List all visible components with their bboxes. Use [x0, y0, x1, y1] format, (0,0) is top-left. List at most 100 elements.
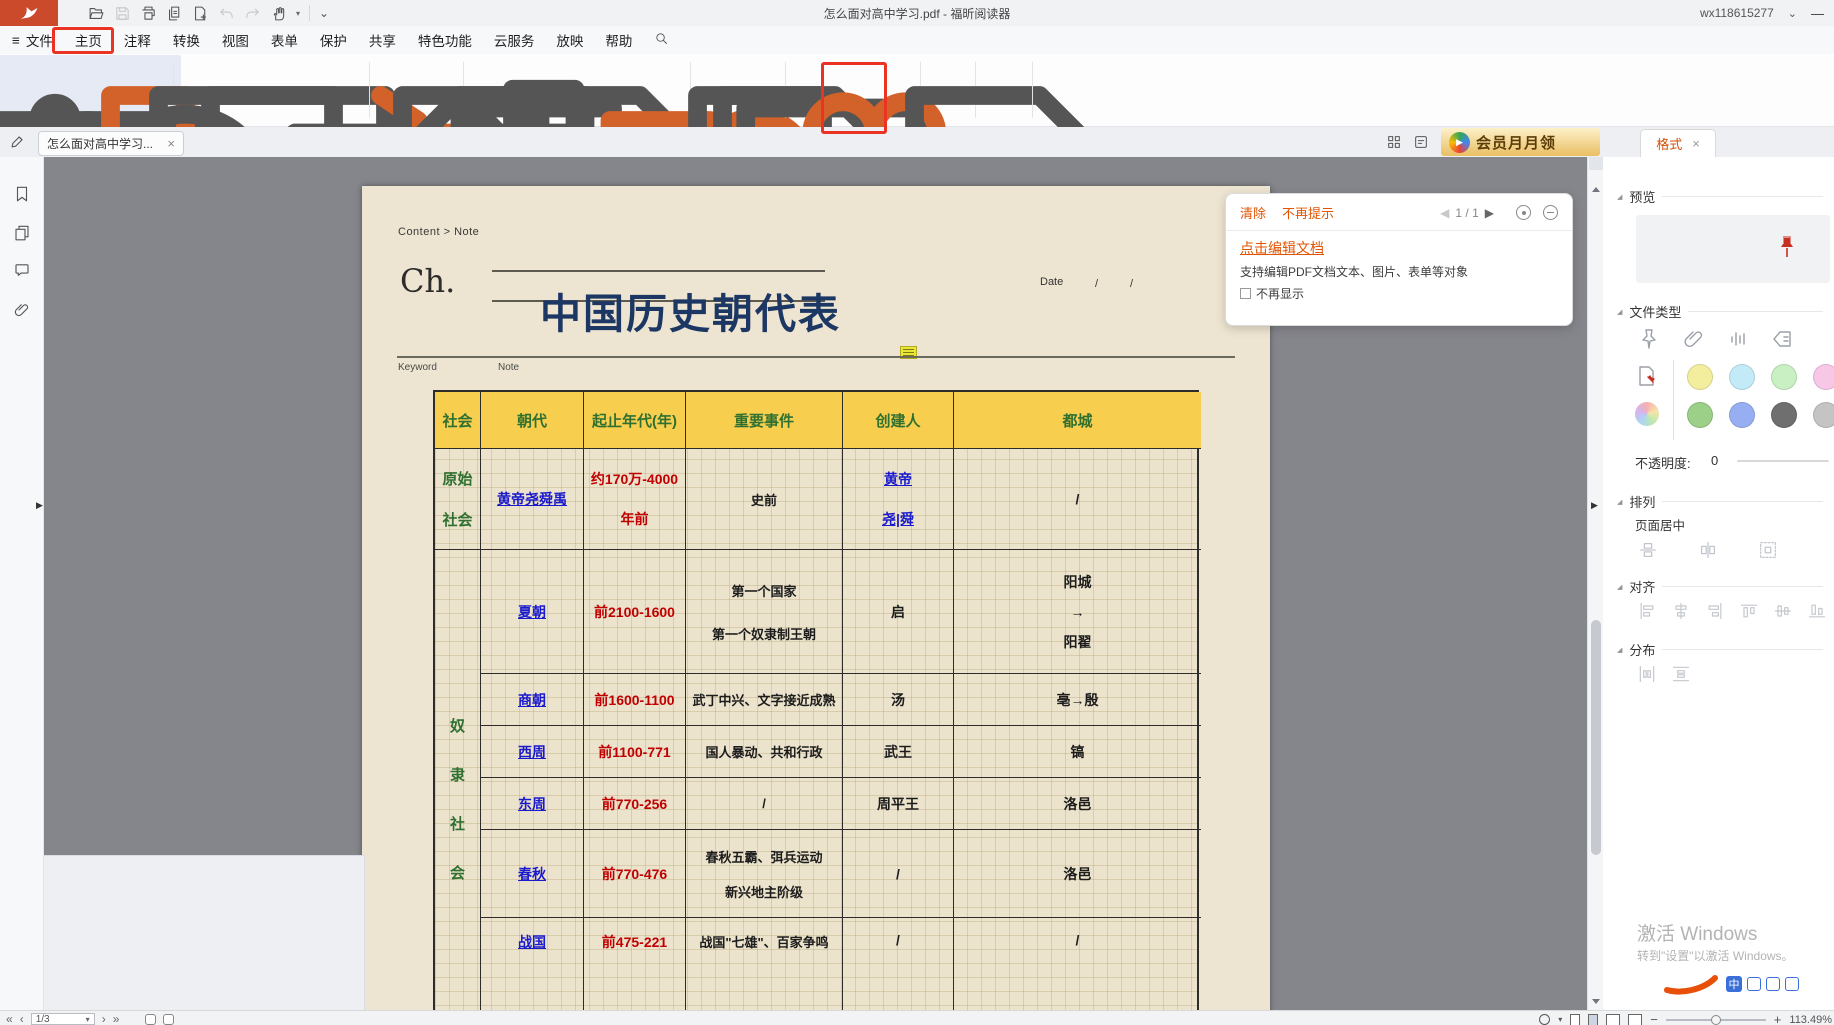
open-folder-icon[interactable]	[88, 5, 105, 22]
quick-pen-icon[interactable]	[10, 132, 27, 154]
ime-mic-icon[interactable]	[1785, 977, 1799, 991]
founder-link[interactable]: 尧|舜	[882, 509, 914, 529]
align-left-icon[interactable]	[1637, 601, 1657, 626]
left-panel-expander[interactable]: ▶	[36, 500, 43, 511]
color-wheel-icon[interactable]	[1635, 402, 1659, 426]
page-dropdown-icon[interactable]: ▾	[86, 1015, 90, 1024]
distribute-vertical-icon[interactable]	[1671, 664, 1691, 689]
center-horizontal-icon[interactable]	[1637, 539, 1659, 566]
dynasty-link[interactable]: 夏朝	[518, 602, 546, 622]
print-icon[interactable]	[140, 5, 157, 22]
document-tab[interactable]: 怎么面对高中学习... ×	[38, 131, 184, 156]
popup-prev-icon[interactable]: ◀	[1440, 206, 1449, 220]
ime-tool-icon[interactable]	[1766, 977, 1780, 991]
customize-toolbar-icon[interactable]: ⌄	[319, 6, 329, 20]
copy-page-icon[interactable]	[166, 5, 183, 22]
prev-page-icon[interactable]: ‹	[20, 1012, 24, 1025]
popup-settings-icon[interactable]	[1516, 205, 1531, 220]
align-right-icon[interactable]	[1705, 601, 1725, 626]
tool-square2-icon[interactable]	[163, 1014, 174, 1025]
menu-view[interactable]: 视图	[211, 30, 260, 50]
edit-document-link[interactable]: 点击编辑文档	[1240, 238, 1324, 258]
vip-monthly-button[interactable]: ▶ 会员月月领	[1441, 128, 1600, 156]
swatch-green[interactable]	[1687, 402, 1713, 428]
menu-help[interactable]: 帮助	[594, 30, 643, 50]
swatch-yellow[interactable]	[1687, 364, 1713, 390]
menu-share[interactable]: 共享	[358, 30, 407, 50]
account-id[interactable]: wx118615277	[1700, 6, 1774, 20]
menu-protect[interactable]: 保护	[309, 30, 358, 50]
next-page-icon[interactable]: ›	[102, 1012, 106, 1025]
history-clock-icon[interactable]	[1539, 1014, 1550, 1025]
swatch-darkgray[interactable]	[1771, 402, 1797, 428]
menu-comment[interactable]: 注释	[113, 30, 162, 50]
section-expander-icon[interactable]: ◢	[1617, 498, 1622, 506]
account-chevron-icon[interactable]: ⌄	[1788, 7, 1797, 20]
align-center-icon[interactable]	[1671, 601, 1691, 626]
center-vertical-icon[interactable]	[1697, 539, 1719, 566]
section-expander-icon[interactable]: ◢	[1617, 193, 1622, 201]
dynasty-link[interactable]: 春秋	[518, 864, 546, 884]
hand-dropdown-icon[interactable]: ▾	[296, 9, 300, 18]
menu-features[interactable]: 特色功能	[407, 30, 483, 50]
page-number-box[interactable]: 1/3▾	[31, 1013, 95, 1025]
dynasty-link[interactable]: 西周	[518, 742, 546, 762]
sound-type-icon[interactable]	[1726, 327, 1750, 356]
right-panel-expander[interactable]: ▶	[1591, 500, 1598, 511]
menu-cloud[interactable]: 云服务	[483, 30, 546, 50]
scroll-up-icon[interactable]	[1592, 187, 1600, 192]
thumbnail-grid-icon[interactable]	[1386, 134, 1402, 155]
close-tab-icon[interactable]: ×	[167, 136, 175, 151]
align-middle-icon[interactable]	[1773, 601, 1793, 626]
zoom-in-icon[interactable]: +	[1774, 1012, 1782, 1025]
page-pin-icon[interactable]	[1635, 364, 1659, 393]
document-viewport[interactable]: Content > Note Ch. 中国历史朝代表 Date / / Keyw…	[44, 157, 1587, 1010]
popup-collapse-icon[interactable]	[1543, 205, 1558, 220]
first-page-icon[interactable]: «	[6, 1012, 13, 1025]
ime-toolbar[interactable]: 中	[1663, 972, 1799, 996]
pin-type-icon[interactable]	[1637, 327, 1661, 356]
sidebar-attachments-icon[interactable]	[13, 301, 31, 319]
swatch-lightgray[interactable]	[1813, 402, 1834, 428]
swatch-pink[interactable]	[1813, 364, 1834, 390]
zoom-out-icon[interactable]: −	[1650, 1012, 1658, 1025]
dynasty-link[interactable]: 商朝	[518, 690, 546, 710]
read-mode-icon[interactable]	[1413, 134, 1429, 155]
swatch-lightblue[interactable]	[1729, 364, 1755, 390]
save-icon[interactable]	[114, 5, 131, 22]
popup-clear-button[interactable]: 清除	[1240, 203, 1266, 222]
align-top-icon[interactable]	[1739, 601, 1759, 626]
paperclip-type-icon[interactable]	[1682, 327, 1706, 356]
ime-chinese-icon[interactable]: 中	[1726, 976, 1742, 992]
vertical-scrollbar[interactable]	[1587, 157, 1603, 1010]
scroll-down-icon[interactable]	[1592, 999, 1600, 1004]
zoom-slider-handle[interactable]	[1711, 1015, 1721, 1025]
single-page-view-icon[interactable]	[1570, 1014, 1580, 1025]
last-page-icon[interactable]: »	[113, 1012, 120, 1025]
menu-home[interactable]: 主页	[64, 30, 113, 50]
menu-search-icon[interactable]	[643, 31, 680, 49]
center-both-icon[interactable]	[1757, 539, 1779, 566]
sidebar-bookmarks-icon[interactable]	[13, 185, 31, 203]
tag-type-icon[interactable]	[1770, 327, 1794, 356]
popup-dismiss-button[interactable]: 不再提示	[1282, 203, 1334, 222]
dynasty-link[interactable]: 黄帝尧舜禹	[497, 489, 567, 509]
menu-present[interactable]: 放映	[545, 30, 594, 50]
distribute-horizontal-icon[interactable]	[1637, 664, 1657, 689]
hand-pointer-icon[interactable]	[270, 5, 287, 22]
founder-link[interactable]: 黄帝	[884, 469, 912, 489]
sidebar-pages-icon[interactable]	[13, 224, 31, 242]
new-page-icon[interactable]	[192, 5, 209, 22]
section-expander-icon[interactable]: ◢	[1617, 583, 1622, 591]
opacity-slider[interactable]	[1737, 460, 1829, 462]
swatch-blue[interactable]	[1729, 402, 1755, 428]
sidebar-comments-icon[interactable]	[13, 261, 31, 279]
minimize-button[interactable]: —	[1811, 6, 1824, 21]
menu-form[interactable]: 表单	[260, 30, 309, 50]
ime-keyboard-icon[interactable]	[1747, 977, 1761, 991]
swatch-lightgreen[interactable]	[1771, 364, 1797, 390]
no-show-checkbox[interactable]	[1240, 288, 1251, 299]
history-dropdown-icon[interactable]: ▾	[1558, 1015, 1562, 1024]
menu-file[interactable]: ≡文件	[0, 30, 64, 50]
dynasty-link[interactable]: 战国	[518, 932, 546, 952]
